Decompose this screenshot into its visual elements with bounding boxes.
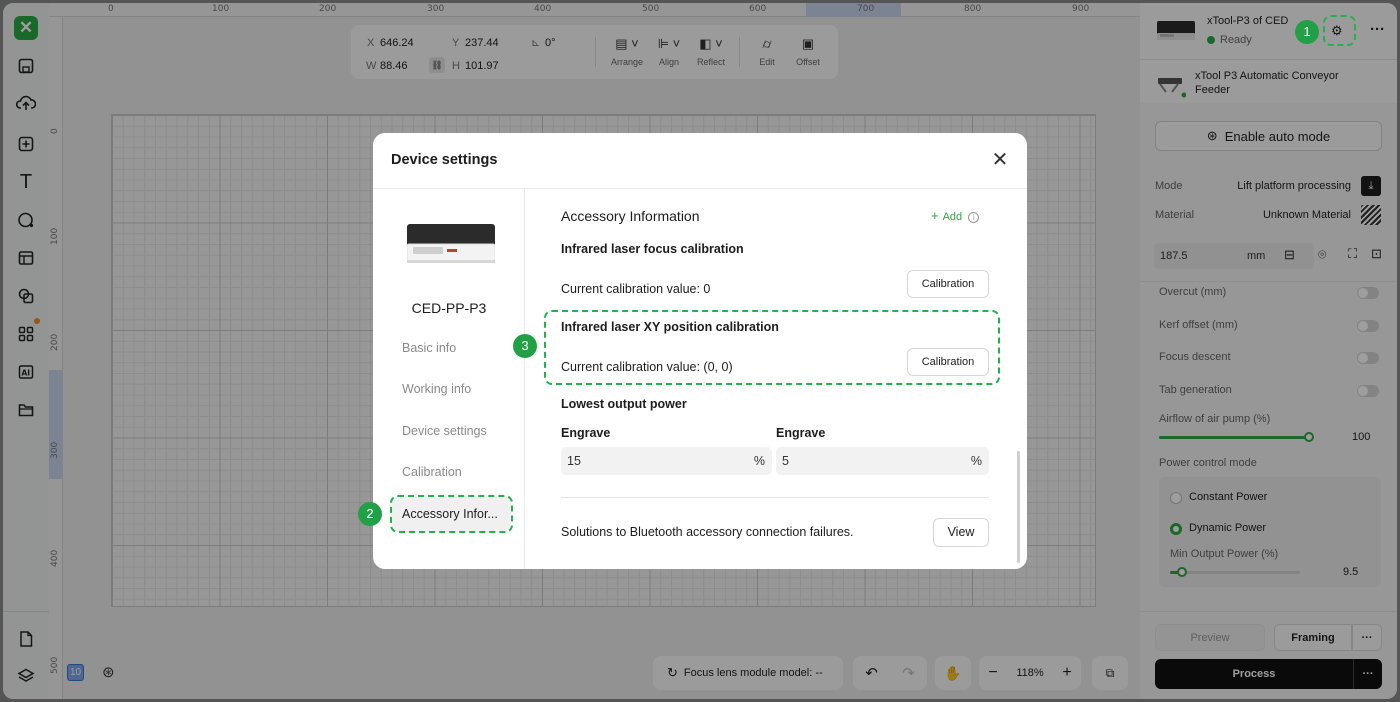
dialog-device-name: CED-PP-P3 <box>411 300 487 316</box>
close-icon[interactable]: ✕ <box>990 150 1010 170</box>
step-marker-2: 2 <box>358 502 382 526</box>
highlight-accessory-nav <box>390 495 513 533</box>
engrave-label-1: Engrave <box>561 426 611 440</box>
highlight-xy-calibration <box>544 310 1000 385</box>
ir-focus-calibration-button[interactable]: Calibration <box>907 270 989 298</box>
nav-calibration[interactable]: Calibration <box>402 465 462 479</box>
ir-focus-title: Infrared laser focus calibration <box>561 242 744 256</box>
bluetooth-help-text: Solutions to Bluetooth accessory connect… <box>561 525 854 539</box>
step-marker-1: 1 <box>1295 20 1319 44</box>
section-divider <box>561 497 989 498</box>
dialog-divider <box>373 188 1027 189</box>
highlight-settings <box>1323 15 1356 46</box>
engrave-label-2: Engrave <box>776 426 826 440</box>
info-icon[interactable]: i <box>968 212 980 223</box>
engrave-power-input-2[interactable]: 5 % <box>776 447 989 475</box>
ir-focus-value: Current calibration value: 0 <box>561 282 711 296</box>
section-title: Accessory Information <box>561 208 700 224</box>
engrave-power-input-1[interactable]: 15 % <box>561 447 772 475</box>
step-marker-3: 3 <box>513 334 537 358</box>
dialog-sidebar-divider <box>524 189 525 569</box>
view-button[interactable]: View <box>933 518 989 547</box>
dialog-scrollbar[interactable] <box>1017 451 1020 563</box>
dialog-title: Device settings <box>391 152 498 168</box>
nav-working-info[interactable]: Working info <box>402 382 471 396</box>
nav-basic-info[interactable]: Basic info <box>402 341 456 355</box>
nav-device-settings[interactable]: Device settings <box>402 424 487 438</box>
add-accessory-link[interactable]: + Add i <box>931 208 980 223</box>
lowest-power-title: Lowest output power <box>561 397 687 411</box>
device-image <box>407 224 495 263</box>
plus-icon: + <box>931 208 939 223</box>
